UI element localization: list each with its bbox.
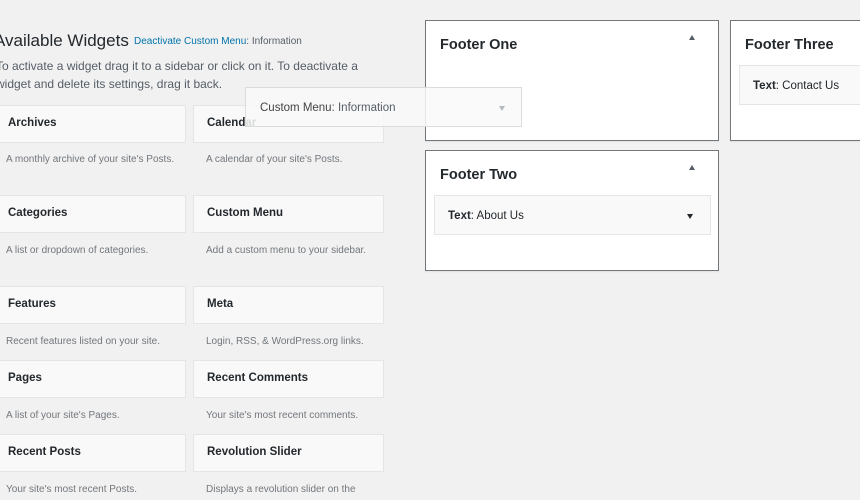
widget-title: Recent Posts (8, 446, 81, 458)
widget-title: Categories (8, 207, 68, 219)
deactivate-link-suffix: : Information (246, 36, 302, 47)
widget-title: Pages (8, 372, 42, 384)
sidebar-widget-name: : Contact Us (775, 80, 840, 92)
widget-title: Meta (207, 298, 234, 310)
dragging-widget-name: : Information (331, 102, 396, 114)
deactivate-link-label[interactable]: Deactivate Custom Menu (134, 36, 246, 47)
widget-title: Archives (8, 117, 57, 129)
collapse-arrow-icon[interactable] (689, 35, 695, 40)
sidebar-title: Footer Two (440, 167, 518, 183)
widget-description: A calendar of your site's Posts. (206, 154, 343, 165)
widget-title: Revolution Slider (207, 446, 302, 458)
widget-description: Add a custom menu to your sidebar. (206, 245, 367, 256)
widget-categories[interactable]: Categories (0, 195, 186, 233)
widget-title: Custom Menu (207, 207, 284, 219)
widget-description: Recent features listed on your site. (6, 336, 160, 347)
dragging-widget-title: Custom Menu: Information (260, 102, 396, 114)
sidebar-widget-title: Text: Contact Us (753, 80, 839, 92)
sidebar-widget-text-contact-us[interactable]: Text: Contact Us (739, 65, 860, 105)
widget-description: Login, RSS, & WordPress.org links. (206, 336, 364, 347)
widget-custom-menu[interactable]: Custom Menu (193, 195, 384, 233)
widget-revolution-slider[interactable]: Revolution Slider (193, 434, 384, 472)
expand-arrow-icon[interactable] (687, 214, 693, 219)
sidebar-title: Footer One (440, 37, 518, 53)
widget-title: Recent Comments (207, 372, 308, 384)
sidebar-widget-name: : About Us (470, 210, 524, 222)
dragging-widget-type: Custom Menu (260, 102, 332, 114)
available-widgets-title: Available Widgets (0, 31, 129, 50)
widget-description: A list or dropdown of categories. (6, 245, 149, 256)
sidebar-widget-type: Text (753, 80, 776, 92)
sidebar-widget-title: Text: About Us (448, 210, 524, 222)
sidebar-footer-three[interactable]: Footer Three Text: Contact Us (730, 20, 860, 141)
sidebar-widget-type: Text (448, 210, 471, 222)
dragging-widget-custom-menu[interactable]: Custom Menu: Information (245, 87, 522, 127)
widget-recent-comments[interactable]: Recent Comments (193, 360, 384, 398)
expand-arrow-icon (499, 106, 505, 111)
widget-description: Displays a revolution slider on the (206, 484, 356, 495)
widget-description: A list of your site's Pages. (6, 410, 120, 421)
widget-meta[interactable]: Meta (193, 286, 384, 324)
widget-description: A monthly archive of your site's Posts. (6, 154, 175, 165)
widget-pages[interactable]: Pages (0, 360, 186, 398)
deactivate-link[interactable]: Deactivate Custom Menu: Information (134, 36, 302, 47)
widget-title: Features (8, 298, 56, 310)
sidebar-footer-two[interactable]: Footer Two Text: About Us (425, 150, 719, 271)
sidebar-widget-text-about-us[interactable]: Text: About Us (434, 195, 711, 235)
widget-features[interactable]: Features (0, 286, 186, 324)
widget-description: Your site's most recent comments. (206, 410, 359, 421)
widget-description: Your site's most recent Posts. (6, 484, 138, 495)
widget-recent-posts[interactable]: Recent Posts (0, 434, 186, 472)
collapse-arrow-icon[interactable] (689, 165, 695, 170)
sidebar-title: Footer Three (745, 37, 834, 53)
widget-archives[interactable]: Archives (0, 105, 186, 143)
